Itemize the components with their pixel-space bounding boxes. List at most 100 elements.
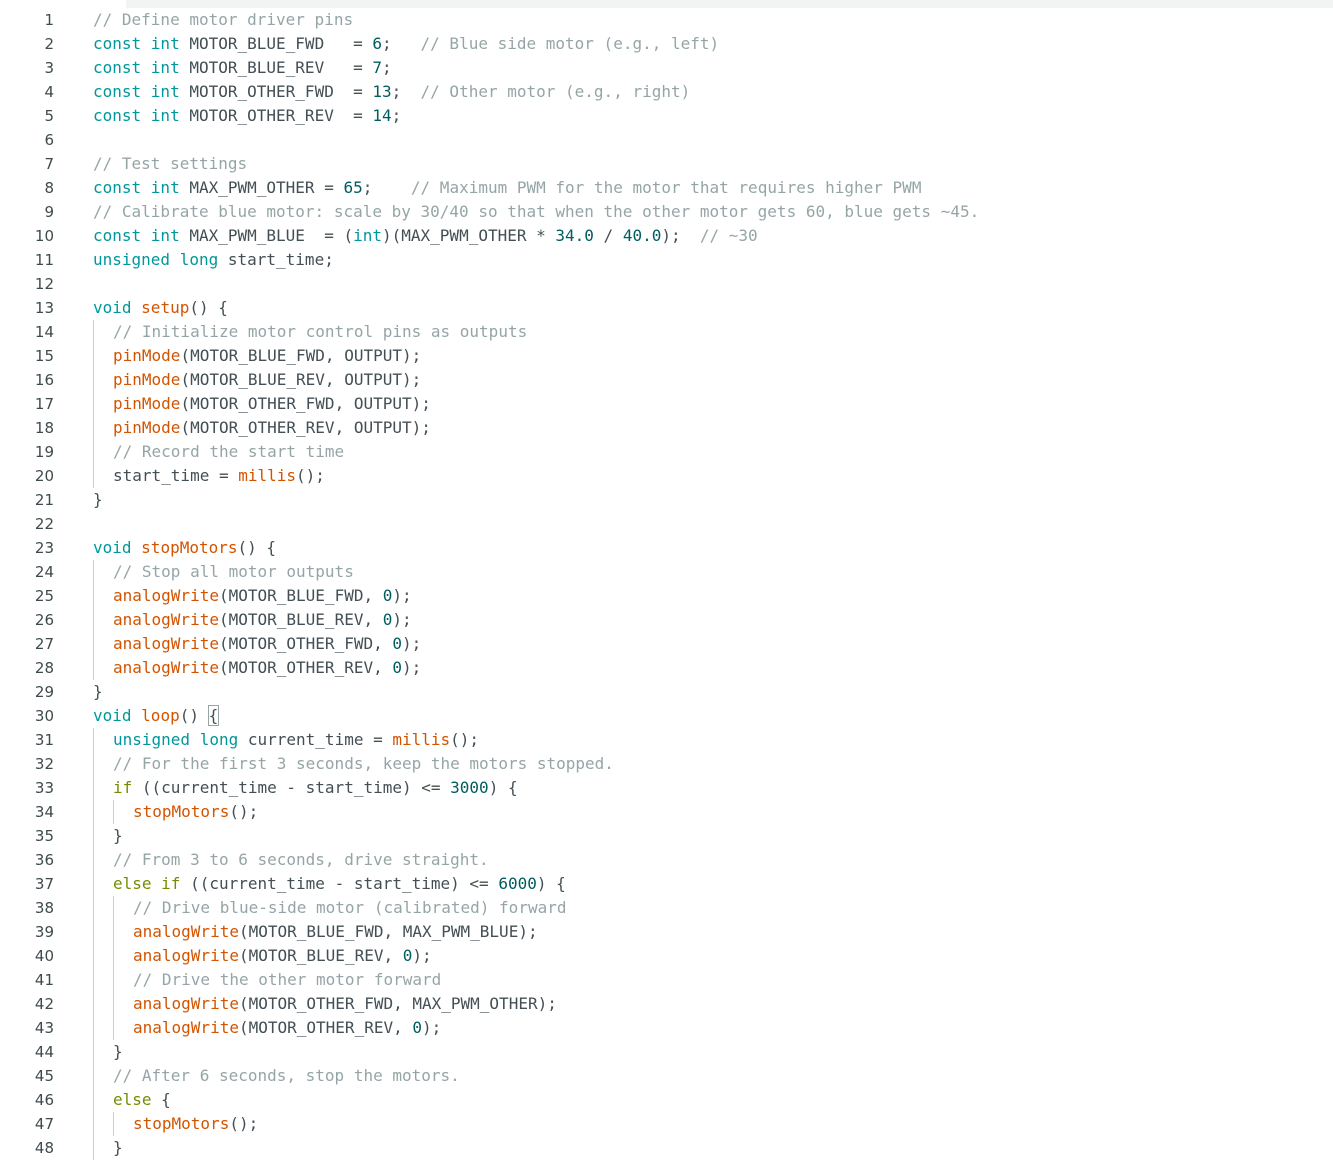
code-line[interactable]: // For the first 3 seconds, keep the mot… xyxy=(93,752,1333,776)
line-number[interactable]: 6 xyxy=(0,128,54,152)
code-line[interactable]: } xyxy=(93,680,1333,704)
code-editor[interactable]: 1 2 3 4 5 6 7 8 9 10 11 12 13 14 15 16 17 18 19 20 21 22 23 24 2… xyxy=(0,0,1333,1160)
code-line[interactable]: analogWrite(MOTOR_OTHER_REV, 0); xyxy=(93,656,1333,680)
line-number[interactable]: 38 xyxy=(0,896,54,920)
line-number[interactable]: 34 xyxy=(0,800,54,824)
code-line[interactable]: // Drive blue-side motor (calibrated) fo… xyxy=(93,896,1333,920)
line-number[interactable]: 41 xyxy=(0,968,54,992)
line-number[interactable]: 42 xyxy=(0,992,54,1016)
line-number[interactable]: 25 xyxy=(0,584,54,608)
line-number[interactable]: 31 xyxy=(0,728,54,752)
code-line[interactable]: else if ((current_time - start_time) <= … xyxy=(93,872,1333,896)
code-line[interactable]: // Record the start time xyxy=(93,440,1333,464)
code-line[interactable]: analogWrite(MOTOR_OTHER_FWD, 0); xyxy=(93,632,1333,656)
line-number[interactable]: 29 xyxy=(0,680,54,704)
line-number[interactable]: 19 xyxy=(0,440,54,464)
code-line[interactable]: stopMotors(); xyxy=(93,800,1333,824)
code-line[interactable]: // Calibrate blue motor: scale by 30/40 … xyxy=(93,200,1333,224)
line-number[interactable]: 16 xyxy=(0,368,54,392)
line-number[interactable]: 7 xyxy=(0,152,54,176)
code-line[interactable]: // Test settings xyxy=(93,152,1333,176)
line-number[interactable]: 2 xyxy=(0,32,54,56)
line-number[interactable]: 48 xyxy=(0,1136,54,1160)
code-line[interactable]: analogWrite(MOTOR_BLUE_FWD, MAX_PWM_BLUE… xyxy=(93,920,1333,944)
line-number[interactable]: 11 xyxy=(0,248,54,272)
line-number[interactable]: 27 xyxy=(0,632,54,656)
code-line[interactable]: void setup() { xyxy=(93,296,1333,320)
code-line[interactable]: const int MAX_PWM_BLUE = (int)(MAX_PWM_O… xyxy=(93,224,1333,248)
line-number[interactable]: 4 xyxy=(0,80,54,104)
line-number[interactable]: 43 xyxy=(0,1016,54,1040)
code-line[interactable]: const int MOTOR_OTHER_FWD = 13; // Other… xyxy=(93,80,1333,104)
code-line[interactable]: pinMode(MOTOR_BLUE_FWD, OUTPUT); xyxy=(93,344,1333,368)
code-line[interactable]: const int MOTOR_OTHER_REV = 14; xyxy=(93,104,1333,128)
code-line[interactable]: } xyxy=(93,1040,1333,1064)
code-line[interactable]: analogWrite(MOTOR_OTHER_REV, 0); xyxy=(93,1016,1333,1040)
line-number[interactable]: 28 xyxy=(0,656,54,680)
line-number[interactable]: 24 xyxy=(0,560,54,584)
code-line[interactable] xyxy=(93,512,1333,536)
code-line[interactable]: unsigned long current_time = millis(); xyxy=(93,728,1333,752)
code-line[interactable] xyxy=(93,272,1333,296)
line-number[interactable]: 35 xyxy=(0,824,54,848)
line-number[interactable]: 36 xyxy=(0,848,54,872)
line-number[interactable]: 17 xyxy=(0,392,54,416)
line-number[interactable]: 12 xyxy=(0,272,54,296)
code-line[interactable]: // Stop all motor outputs xyxy=(93,560,1333,584)
line-number[interactable]: 30 xyxy=(0,704,54,728)
code-line[interactable]: analogWrite(MOTOR_BLUE_REV, 0); xyxy=(93,608,1333,632)
line-number[interactable]: 5 xyxy=(0,104,54,128)
line-number[interactable]: 39 xyxy=(0,920,54,944)
code-line[interactable]: stopMotors(); xyxy=(93,1112,1333,1136)
line-number[interactable]: 15 xyxy=(0,344,54,368)
code-line[interactable]: void loop() { xyxy=(93,704,1333,728)
code-area[interactable]: // Define motor driver pins const int MOT… xyxy=(93,8,1333,1160)
code-line[interactable]: const int MAX_PWM_OTHER = 65; // Maximum… xyxy=(93,176,1333,200)
line-number[interactable]: 40 xyxy=(0,944,54,968)
code-line[interactable]: start_time = millis(); xyxy=(93,464,1333,488)
code-line[interactable]: else { xyxy=(93,1088,1333,1112)
line-number[interactable]: 47 xyxy=(0,1112,54,1136)
code-line[interactable]: pinMode(MOTOR_BLUE_REV, OUTPUT); xyxy=(93,368,1333,392)
code-line[interactable]: void stopMotors() { xyxy=(93,536,1333,560)
line-number[interactable]: 3 xyxy=(0,56,54,80)
line-number[interactable]: 8 xyxy=(0,176,54,200)
line-number[interactable]: 26 xyxy=(0,608,54,632)
line-number[interactable]: 33 xyxy=(0,776,54,800)
line-number[interactable]: 1 xyxy=(0,8,54,32)
code-line[interactable]: } xyxy=(93,488,1333,512)
line-number[interactable]: 18 xyxy=(0,416,54,440)
code-line[interactable]: // From 3 to 6 seconds, drive straight. xyxy=(93,848,1333,872)
line-number[interactable]: 45 xyxy=(0,1064,54,1088)
code-line[interactable]: } xyxy=(93,1136,1333,1160)
line-number[interactable]: 13 xyxy=(0,296,54,320)
code-line[interactable]: const int MOTOR_BLUE_REV = 7; xyxy=(93,56,1333,80)
indent-guide xyxy=(93,560,94,584)
line-number[interactable]: 22 xyxy=(0,512,54,536)
line-number[interactable]: 32 xyxy=(0,752,54,776)
line-number[interactable]: 10 xyxy=(0,224,54,248)
code-line[interactable]: // Define motor driver pins xyxy=(93,8,1333,32)
code-line[interactable]: unsigned long start_time; xyxy=(93,248,1333,272)
code-line[interactable]: // After 6 seconds, stop the motors. xyxy=(93,1064,1333,1088)
line-number[interactable]: 21 xyxy=(0,488,54,512)
code-line[interactable]: analogWrite(MOTOR_BLUE_FWD, 0); xyxy=(93,584,1333,608)
line-number[interactable]: 9 xyxy=(0,200,54,224)
code-line[interactable]: pinMode(MOTOR_OTHER_REV, OUTPUT); xyxy=(93,416,1333,440)
code-line[interactable] xyxy=(93,128,1333,152)
line-number[interactable]: 46 xyxy=(0,1088,54,1112)
code-line[interactable]: analogWrite(MOTOR_OTHER_FWD, MAX_PWM_OTH… xyxy=(93,992,1333,1016)
line-number-gutter[interactable]: 1 2 3 4 5 6 7 8 9 10 11 12 13 14 15 16 17 18 19 20 21 22 23 24 2… xyxy=(0,8,80,1160)
code-line[interactable]: } xyxy=(93,824,1333,848)
line-number[interactable]: 14 xyxy=(0,320,54,344)
code-line[interactable]: if ((current_time - start_time) <= 3000)… xyxy=(93,776,1333,800)
line-number[interactable]: 37 xyxy=(0,872,54,896)
code-line[interactable]: // Drive the other motor forward xyxy=(93,968,1333,992)
code-line[interactable]: const int MOTOR_BLUE_FWD = 6; // Blue si… xyxy=(93,32,1333,56)
code-line[interactable]: pinMode(MOTOR_OTHER_FWD, OUTPUT); xyxy=(93,392,1333,416)
line-number[interactable]: 23 xyxy=(0,536,54,560)
line-number[interactable]: 20 xyxy=(0,464,54,488)
code-line[interactable]: analogWrite(MOTOR_BLUE_REV, 0); xyxy=(93,944,1333,968)
line-number[interactable]: 44 xyxy=(0,1040,54,1064)
code-line[interactable]: // Initialize motor control pins as outp… xyxy=(93,320,1333,344)
